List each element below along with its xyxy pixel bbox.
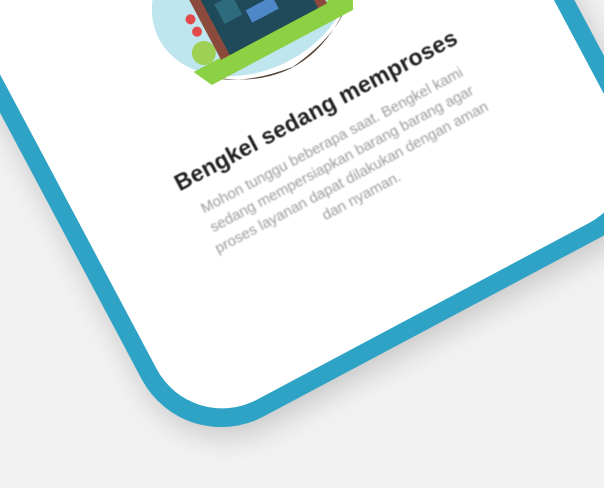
phone-frame: Bengkel sedang memproses Mohon tunggu be…	[0, 0, 604, 459]
scene: Bengkel sedang memproses Mohon tunggu be…	[0, 0, 604, 488]
phone-screen: Bengkel sedang memproses Mohon tunggu be…	[0, 0, 604, 435]
processing-content: Bengkel sedang memproses Mohon tunggu be…	[0, 0, 598, 328]
